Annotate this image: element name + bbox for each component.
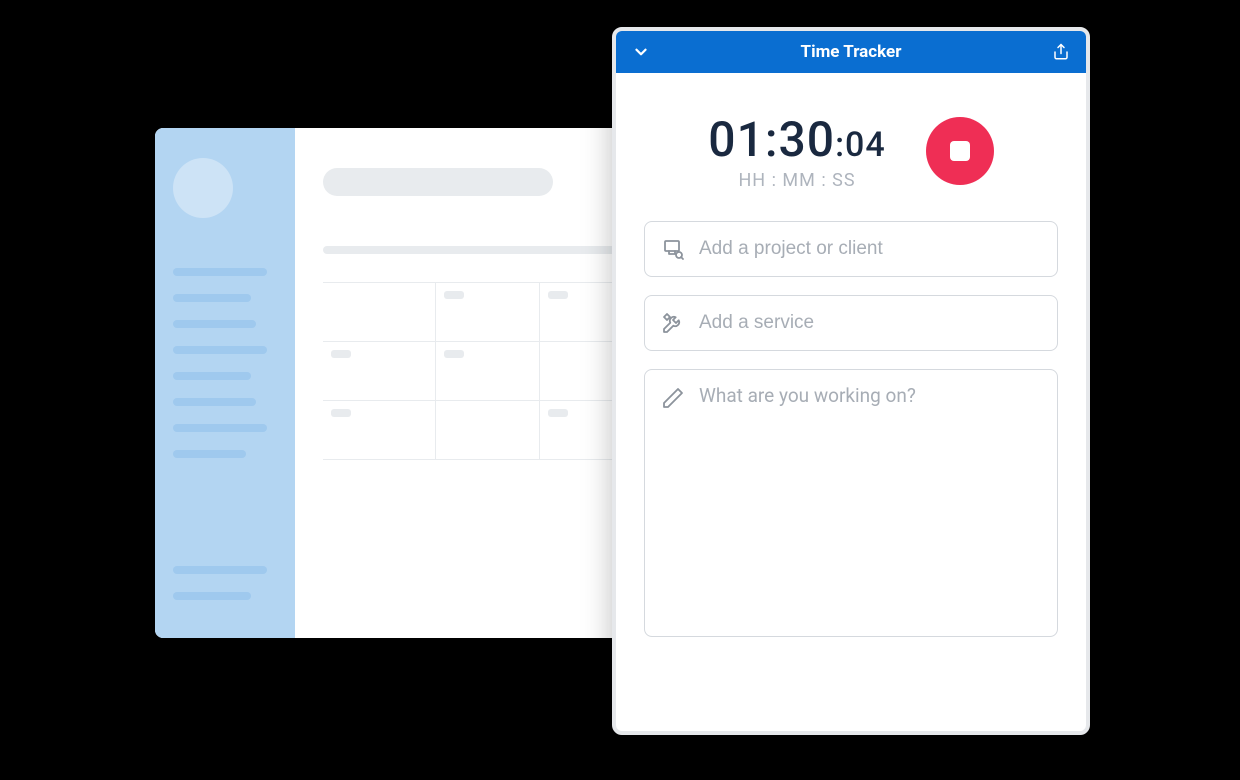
nav-item-placeholder [173,294,251,302]
tracker-header: Time Tracker [616,31,1086,73]
collapse-icon[interactable] [630,41,652,63]
stop-button[interactable] [926,117,994,185]
tools-icon [661,311,685,335]
background-sidebar [155,128,295,638]
pencil-icon [661,386,685,410]
service-field[interactable] [644,295,1058,351]
nav-item-placeholder [173,566,267,574]
timer-area: 01:30:04 HH : MM : SS [616,73,1086,221]
timer-ss: :04 [835,125,886,165]
stop-icon [950,141,970,161]
project-icon [661,237,685,261]
service-input[interactable] [699,312,1041,334]
timer-readout: 01:30:04 HH : MM : SS [708,111,885,191]
avatar-placeholder [173,158,233,218]
nav-item-placeholder [173,398,256,406]
nav-item-placeholder [173,450,246,458]
notes-input[interactable] [699,384,1041,622]
nav-item-placeholder [173,424,267,432]
timer-unit-labels: HH : MM : SS [708,170,885,191]
nav-item-placeholder [173,592,251,600]
tracker-title: Time Tracker [652,42,1050,62]
title-placeholder [323,168,553,196]
project-field[interactable] [644,221,1058,277]
nav-item-placeholder [173,268,267,276]
nav-item-placeholder [173,320,256,328]
nav-item-placeholder [173,372,251,380]
timer-hh-mm: 01:30 [708,111,835,168]
notes-field[interactable] [644,369,1058,637]
nav-item-placeholder [173,346,267,354]
share-icon[interactable] [1050,41,1072,63]
time-tracker-panel: Time Tracker 01:30:04 HH : MM : SS [612,27,1090,735]
project-input[interactable] [699,238,1041,260]
